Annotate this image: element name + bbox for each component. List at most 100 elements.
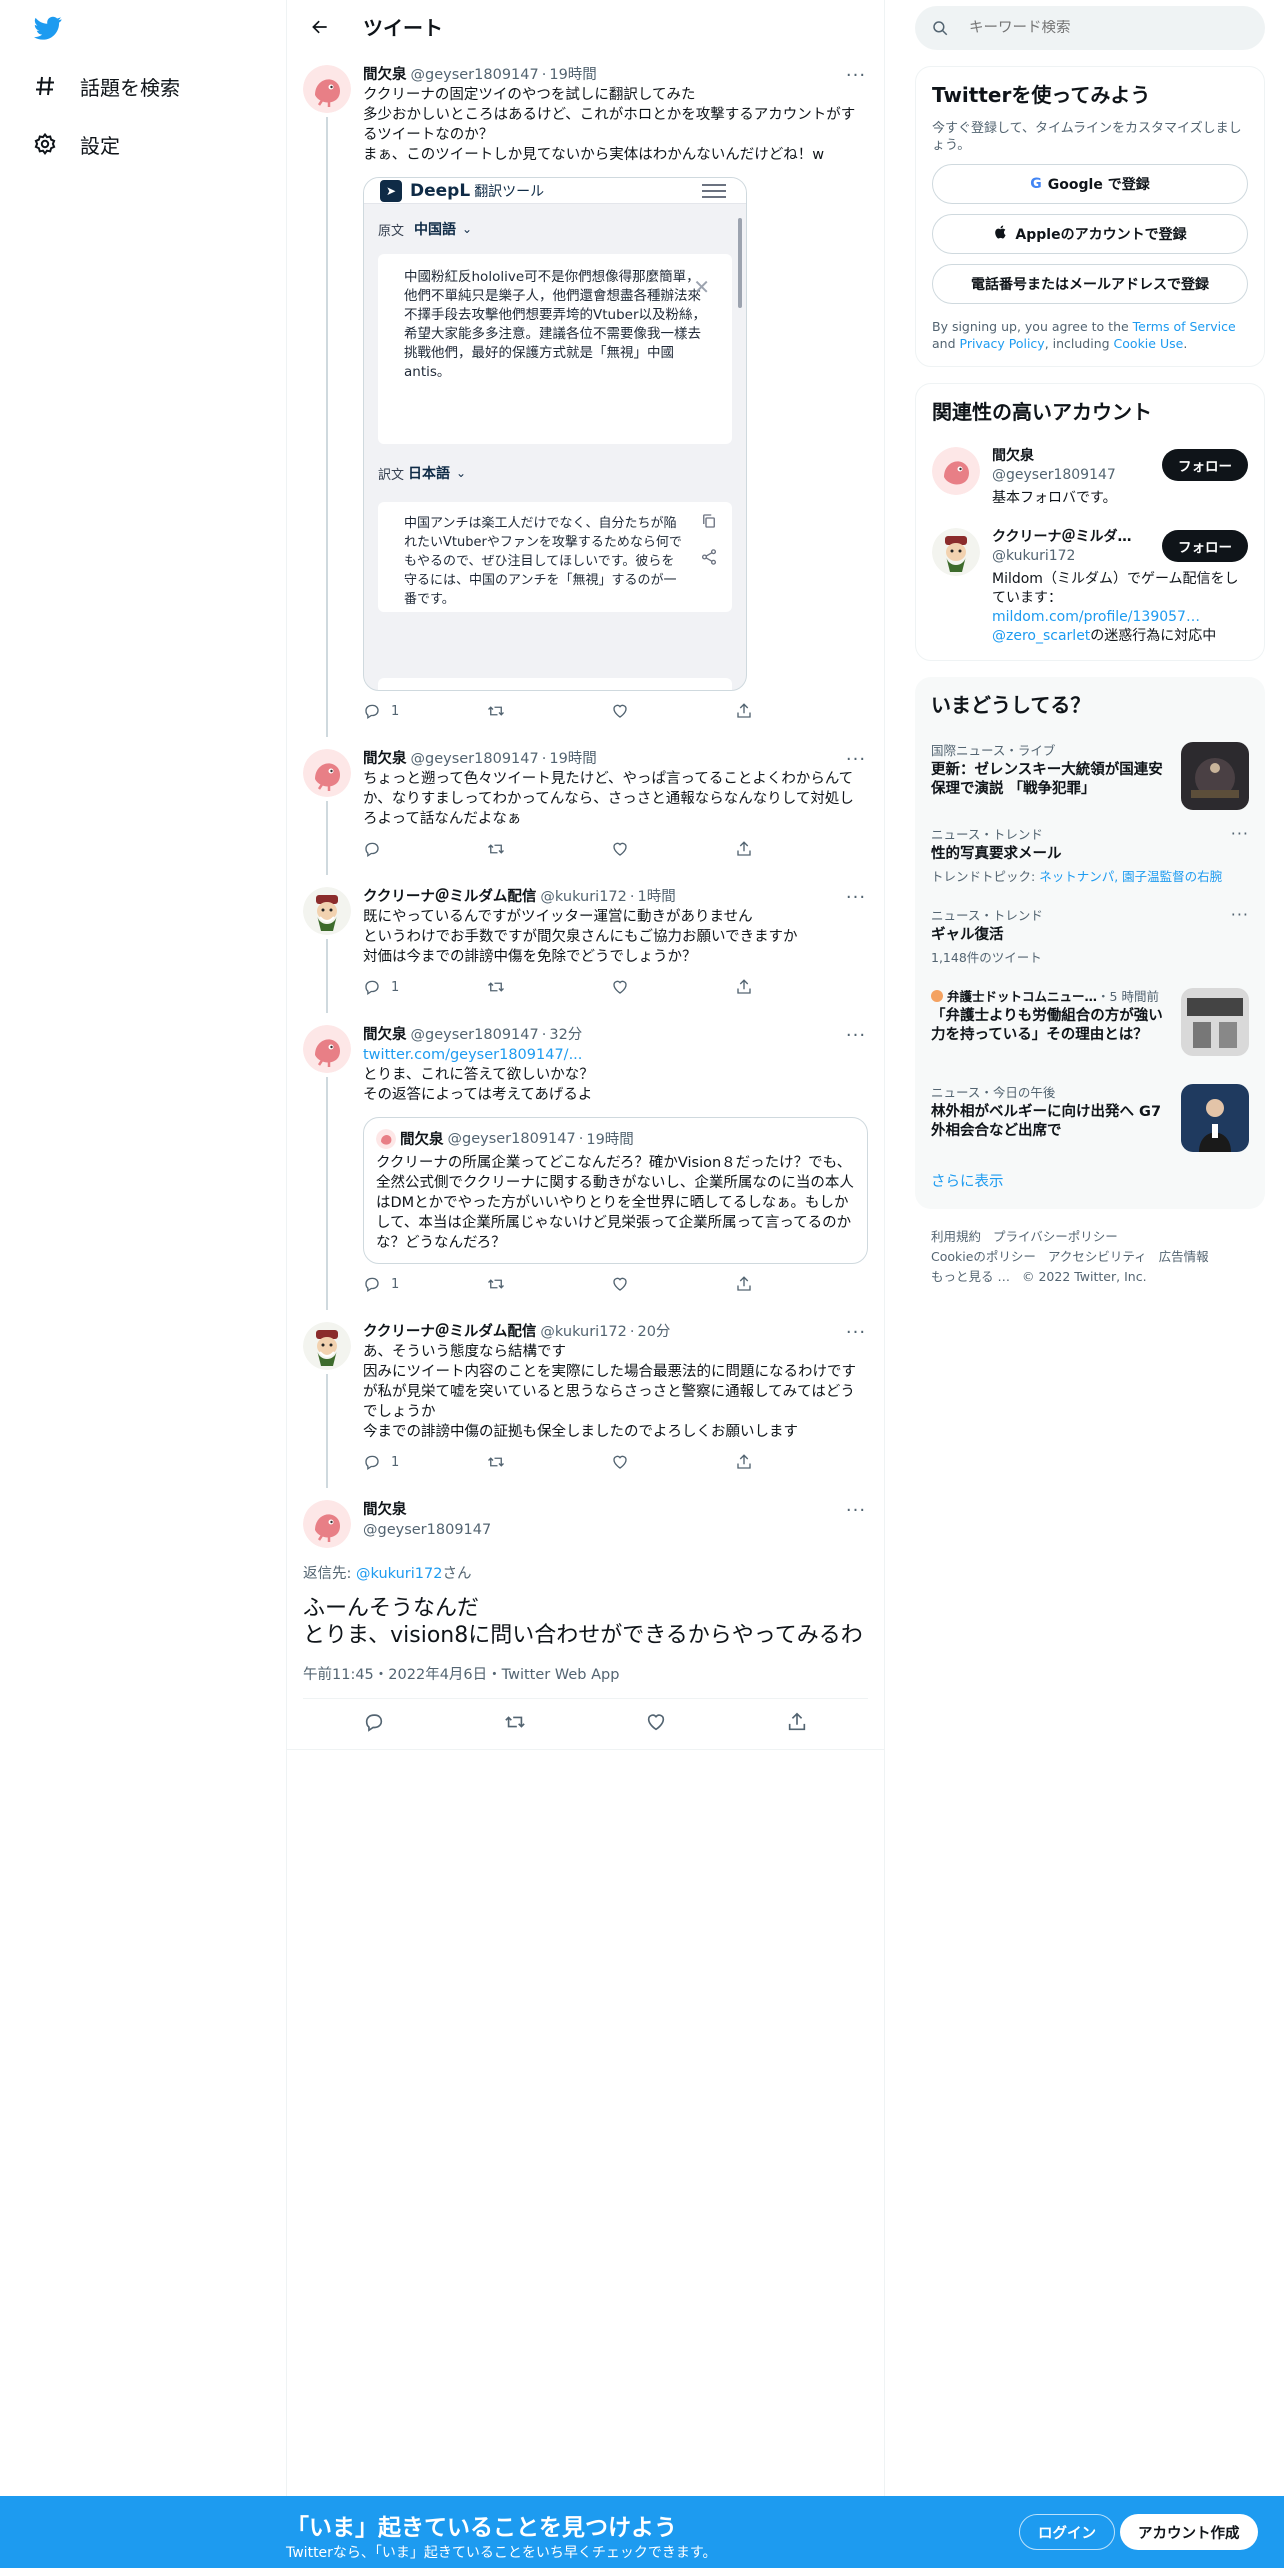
author-name[interactable]: ククリーナ＠ミルダム配信 — [363, 1322, 536, 1342]
tweet-time[interactable]: 20分 — [637, 1322, 670, 1342]
tweet-link[interactable]: twitter.com/geyser1809147/... — [363, 1045, 868, 1065]
retweet-button[interactable] — [487, 702, 547, 720]
retweet-button[interactable] — [487, 1453, 547, 1471]
retweet-button[interactable] — [504, 1711, 526, 1737]
share-button[interactable] — [735, 702, 795, 720]
author-name[interactable]: 間欠泉 — [363, 749, 407, 769]
reply-button[interactable] — [363, 840, 423, 858]
avatar[interactable] — [303, 1322, 351, 1370]
more-options-icon[interactable]: ··· — [1231, 905, 1249, 924]
more-options-icon[interactable]: ··· — [844, 887, 868, 908]
more-options-icon[interactable]: ··· — [844, 749, 868, 770]
account-bio-mention[interactable]: @zero_scarlet — [992, 628, 1090, 644]
phone-signup-button[interactable]: 電話番号またはメールアドレスで登録 — [932, 264, 1248, 304]
footer-link[interactable]: アクセシビリティ — [1048, 1249, 1147, 1264]
account-row[interactable]: 間欠泉 @geyser1809147 基本フォロバです。 フォロー — [916, 437, 1264, 518]
retweet-button[interactable] — [487, 1275, 547, 1293]
author-handle[interactable]: @geyser1809147 — [411, 65, 539, 85]
nav-explore[interactable]: 話題を検索 — [20, 58, 192, 114]
like-button[interactable] — [645, 1711, 667, 1737]
signup-button[interactable]: アカウント作成 — [1120, 2514, 1258, 2550]
more-options-icon[interactable]: ··· — [844, 1322, 868, 1343]
footer-link[interactable]: 利用規約 — [931, 1229, 981, 1244]
follow-button[interactable]: フォロー — [1162, 449, 1248, 481]
search-input[interactable] — [969, 20, 1229, 36]
trend-item[interactable]: ニュース・今日の午後 林外相がベルギーに向け出発へ G7外相会合など出席で — [915, 1072, 1265, 1156]
share-button[interactable] — [735, 1275, 795, 1293]
nav-settings[interactable]: 設定 — [20, 116, 132, 172]
avatar[interactable] — [932, 528, 980, 576]
footer-link[interactable]: 広告情報 — [1159, 1249, 1209, 1264]
avatar[interactable] — [303, 65, 351, 113]
google-signup-button[interactable]: G Google で登録 — [932, 164, 1248, 204]
tweet[interactable]: ククリーナ＠ミルダム配信 @kukuri172 · 20分 あ、そういう態度なら… — [287, 1310, 884, 1488]
share-button[interactable] — [735, 840, 795, 858]
like-button[interactable] — [611, 978, 671, 996]
author-name[interactable]: 間欠泉 — [363, 65, 407, 85]
avatar[interactable] — [303, 1500, 351, 1548]
twitter-logo-icon[interactable] — [32, 14, 64, 42]
author-handle[interactable]: @geyser1809147 — [363, 1520, 491, 1540]
share-button[interactable] — [735, 1453, 795, 1471]
follow-button[interactable]: フォロー — [1162, 530, 1248, 562]
terms-link[interactable]: Terms of Service — [1133, 319, 1236, 334]
footer-link[interactable]: もっと見る … — [931, 1269, 1010, 1284]
back-arrow-icon[interactable] — [303, 10, 337, 44]
account-row[interactable]: ククリーナ＠ミルダ… @kukuri172 Mildom（ミルダム）でゲーム配信… — [916, 518, 1264, 660]
reply-button[interactable]: 1 — [363, 1453, 423, 1471]
tweet[interactable]: 間欠泉 @geyser1809147 · 19時間 ククリーナの固定ツイのやつを… — [287, 53, 884, 737]
cookie-link[interactable]: Cookie Use — [1114, 336, 1184, 351]
reply-button[interactable]: 1 — [363, 978, 423, 996]
author-handle[interactable]: @kukuri172 — [540, 887, 626, 907]
apple-signup-button[interactable]: Appleのアカウントで登録 — [932, 214, 1248, 254]
trend-sub-links[interactable]: ネットナンパ, 園子温監督の右腕 — [1039, 869, 1222, 884]
show-more-link[interactable]: さらに表示 — [915, 1156, 1265, 1209]
login-button[interactable]: ログイン — [1019, 2514, 1115, 2550]
more-options-icon[interactable]: ··· — [844, 1500, 868, 1521]
retweet-button[interactable] — [487, 840, 547, 858]
tweet-time[interactable]: 19時間 — [549, 749, 596, 769]
author-name[interactable]: 間欠泉 — [363, 1500, 491, 1520]
author-handle[interactable]: @kukuri172 — [540, 1322, 626, 1342]
trend-item[interactable]: ニュース・トレンド 性的写真要求メール トレンドトピック: ネットナンパ, 園子… — [915, 814, 1265, 895]
trend-item[interactable]: 弁護士ドットコムニュー…・5 時間前 「弁護士よりも労働組合の方が強い力を持って… — [915, 976, 1265, 1072]
author-name[interactable]: ククリーナ＠ミルダム配信 — [363, 887, 536, 907]
tweet-time[interactable]: 19時間 — [549, 65, 596, 85]
account-bio-link[interactable]: mildom.com/profile/139057… — [992, 609, 1200, 625]
like-button[interactable] — [611, 1453, 671, 1471]
reply-button[interactable]: 1 — [363, 702, 423, 720]
retweet-button[interactable] — [487, 978, 547, 996]
share-button[interactable] — [786, 1711, 808, 1737]
like-button[interactable] — [611, 1275, 671, 1293]
avatar[interactable] — [303, 1025, 351, 1073]
tweet-time[interactable]: 32分 — [549, 1025, 582, 1045]
footer-link[interactable]: プライバシーポリシー — [993, 1229, 1118, 1244]
search-bar[interactable] — [915, 6, 1265, 50]
reply-button[interactable]: 1 — [363, 1275, 423, 1293]
author-handle[interactable]: @geyser1809147 — [411, 1025, 539, 1045]
reply-to-link[interactable]: @kukuri172 — [356, 1566, 442, 1582]
tweet[interactable]: 間欠泉 @geyser1809147 · 19時間 ちょっと遡って色々ツイート見… — [287, 737, 884, 875]
author-name[interactable]: 間欠泉 — [363, 1025, 407, 1045]
avatar[interactable] — [303, 749, 351, 797]
tweet[interactable]: 間欠泉 @geyser1809147 · 32分 twitter.com/gey… — [287, 1013, 884, 1310]
trend-item[interactable]: ニュース・トレンド ギャル復活 1,148件のツイート ··· — [915, 895, 1265, 976]
more-options-icon[interactable]: ··· — [844, 65, 868, 86]
tweet[interactable]: ククリーナ＠ミルダム配信 @kukuri172 · 1時間 既にやっているんです… — [287, 875, 884, 1013]
more-options-icon[interactable]: ··· — [844, 1025, 868, 1046]
more-options-icon[interactable]: ··· — [1231, 824, 1249, 843]
quoted-tweet[interactable]: 間欠泉 @geyser1809147 · 19時間 ククリーナの所属企業ってどこ… — [363, 1117, 868, 1264]
avatar[interactable] — [932, 447, 980, 495]
tweet-image[interactable]: ➤ DeepL 翻訳ツール 原文 中国語 ⌄ 中國粉紅反hololive可不是你們… — [363, 177, 747, 691]
trend-item[interactable]: 国際ニュース・ライブ 更新：ゼレンスキー大統領が国連安保理で演説 「戦争犯罪」 — [915, 730, 1265, 814]
like-button[interactable] — [611, 840, 671, 858]
footer-link[interactable]: Cookieのポリシー — [931, 1249, 1036, 1264]
share-button[interactable] — [735, 978, 795, 996]
author-handle[interactable]: @geyser1809147 — [411, 749, 539, 769]
tweet-meta[interactable]: 午前11:45・2022年4月6日・Twitter Web App — [303, 1663, 868, 1699]
reply-button[interactable] — [363, 1711, 385, 1737]
avatar[interactable] — [303, 887, 351, 935]
privacy-link[interactable]: Privacy Policy — [960, 336, 1045, 351]
like-button[interactable] — [611, 702, 671, 720]
tweet-time[interactable]: 1時間 — [637, 887, 675, 907]
